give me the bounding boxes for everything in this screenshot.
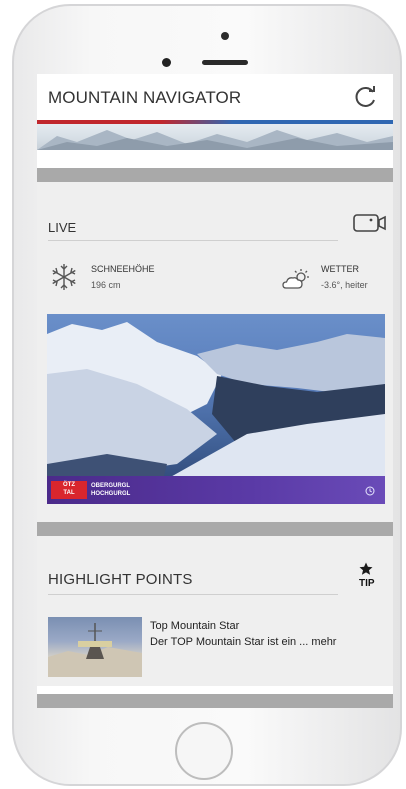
app-screen: MOUNTAIN NAVIGATOR LIVE SCHNEEHÖHE 196 c… (37, 74, 393, 708)
webcam-image[interactable]: ÖTZ TAL OBERGURGL HOCHGURGL (47, 314, 385, 504)
home-button[interactable] (175, 722, 233, 780)
logo-line-2: TAL (63, 490, 75, 496)
refresh-icon[interactable] (353, 84, 379, 110)
weather-value: -3.6°, heiter (321, 280, 368, 290)
top-mountain-star-image (48, 623, 142, 677)
separator-bar (37, 168, 393, 182)
resort-name: OBERGURGL HOCHGURGL (91, 482, 130, 498)
weather-label: WETTER (321, 264, 359, 274)
app-header: MOUNTAIN NAVIGATOR (37, 74, 393, 122)
tip-label[interactable]: TIP (359, 578, 375, 589)
highlight-item-description[interactable]: Der TOP Mountain Star ist ein ... mehr (150, 636, 380, 649)
separator-bar (37, 522, 393, 536)
star-icon[interactable] (359, 562, 373, 576)
mountain-banner (37, 120, 393, 150)
app-title: MOUNTAIN NAVIGATOR (48, 88, 242, 107)
highlight-points-title: HIGHLIGHT POINTS (48, 571, 193, 588)
front-sensor-dot (221, 32, 229, 40)
live-section-title: LIVE (48, 220, 77, 235)
snowflake-icon (52, 264, 76, 290)
logo-line-1: ÖTZ (63, 482, 75, 488)
webcam-overlay-bar: ÖTZ TAL OBERGURGL HOCHGURGL (47, 476, 385, 504)
oetztal-logo: ÖTZ TAL (51, 481, 87, 499)
resort-line-1: OBERGURGL (91, 483, 130, 489)
separator-bar (37, 694, 393, 708)
highlight-divider (48, 594, 338, 595)
video-camera-icon[interactable] (353, 212, 387, 234)
highlight-item-title[interactable]: Top Mountain Star (150, 620, 239, 632)
partly-sunny-icon (282, 269, 309, 289)
snow-depth-label: SCHNEEHÖHE (91, 264, 155, 274)
front-camera (162, 58, 171, 67)
banner-mountain-image (37, 130, 393, 150)
resort-line-2: HOCHGURGL (91, 491, 131, 497)
snow-depth-value: 196 cm (91, 280, 121, 290)
highlight-thumbnail[interactable] (48, 617, 142, 677)
clock-icon (365, 486, 375, 496)
live-divider (48, 240, 338, 241)
earpiece-speaker (202, 60, 248, 65)
